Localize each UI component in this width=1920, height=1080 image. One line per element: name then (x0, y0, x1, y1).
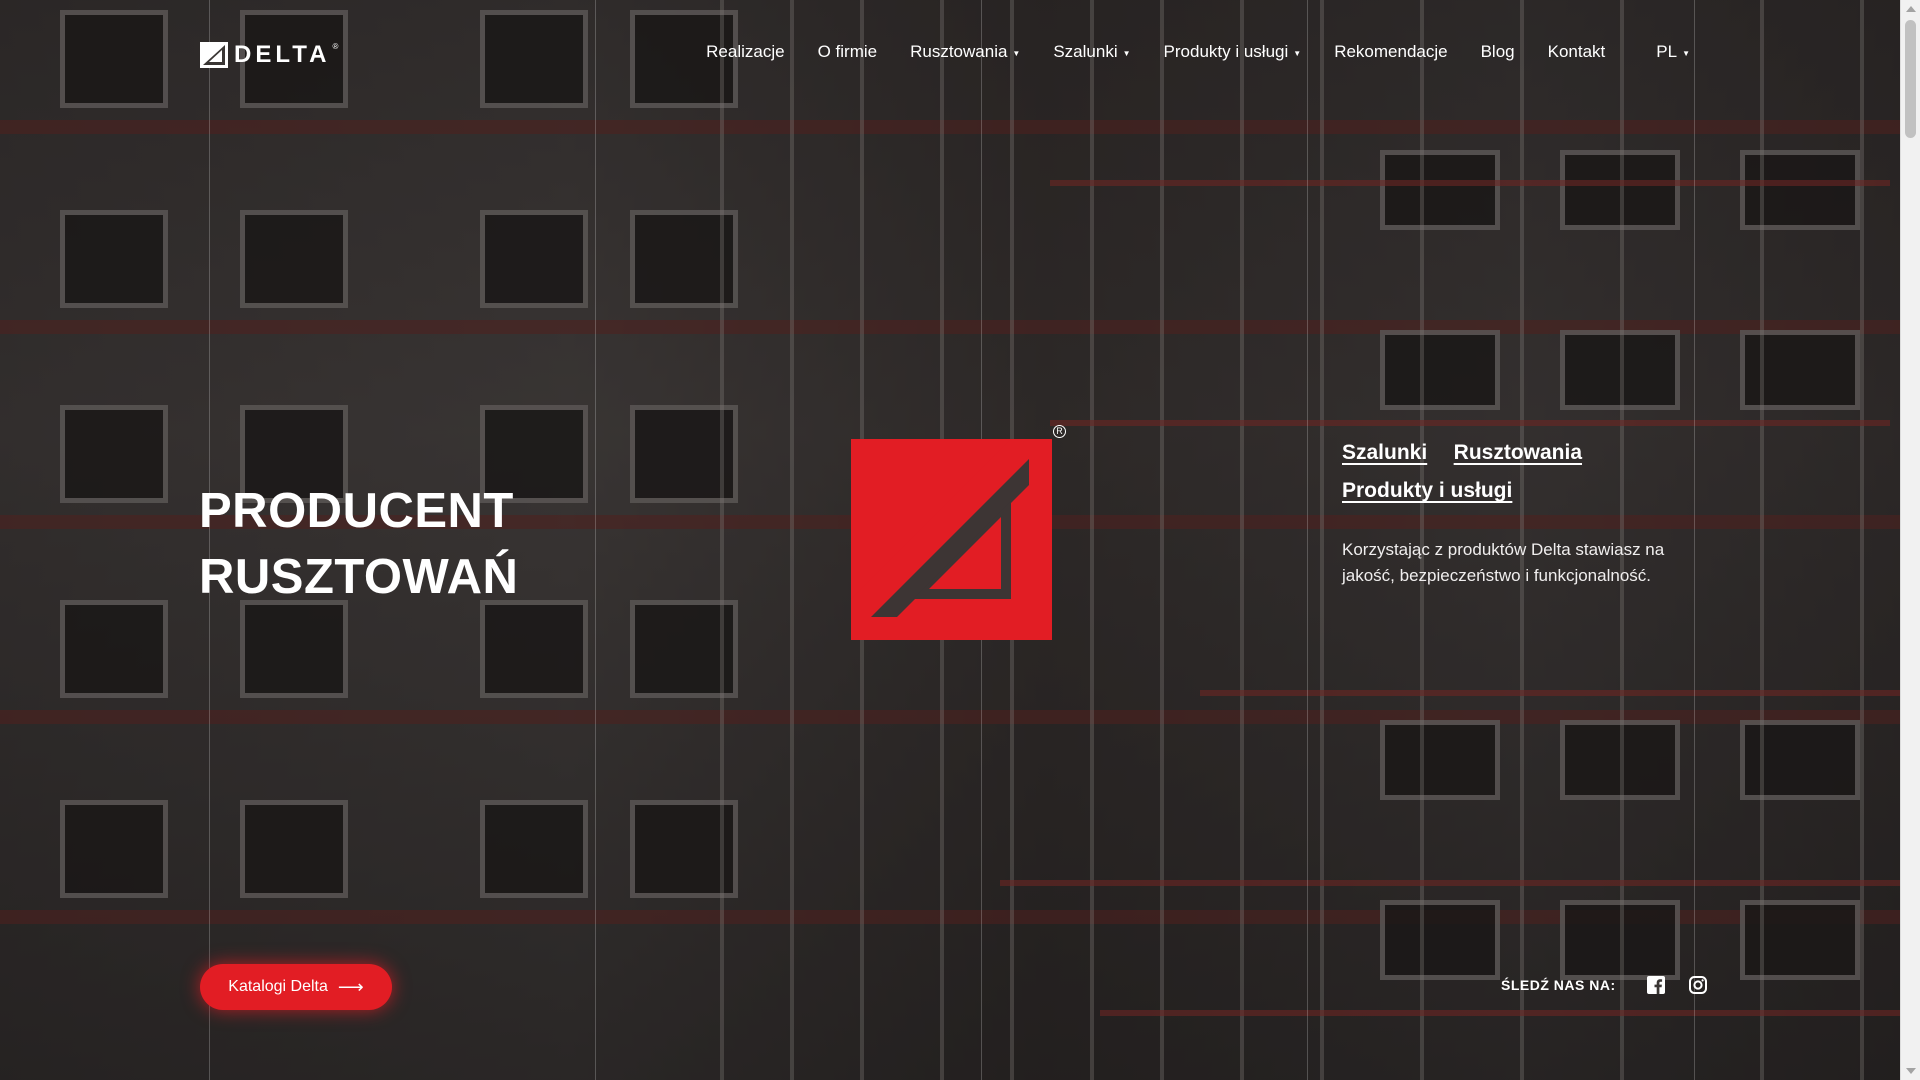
nav-item-rusztowania[interactable]: Rusztowania ▼ (910, 42, 1020, 62)
chevron-down-icon: ▼ (1293, 48, 1302, 58)
hero-description: Korzystając z produktów Delta stawiasz n… (1342, 540, 1665, 585)
nav-item-realizacje[interactable]: Realizacje (706, 42, 784, 62)
chevron-down-icon: ▼ (1122, 48, 1131, 58)
page-scrollbar[interactable] (1900, 0, 1920, 1080)
follow-label: ŚLEDŹ NAS NA: (1501, 977, 1616, 993)
language-label: PL (1656, 42, 1678, 61)
catalog-button-label: Katalogi Delta (228, 978, 328, 995)
delta-emblem-icon (851, 439, 1052, 640)
scroll-up-arrow-icon[interactable] (1906, 6, 1916, 12)
registered-mark-icon: ® (332, 41, 339, 51)
nav-item-label: Kontakt (1547, 42, 1606, 61)
nav-item-label: Szalunki (1053, 42, 1118, 61)
nav-item-label: O firmie (817, 42, 878, 61)
nav-item-o-firmie[interactable]: O firmie (818, 42, 878, 62)
hero-title-line: RUSZTOWAŃ (199, 550, 519, 604)
quick-link-szalunki[interactable]: Szalunki (1342, 441, 1427, 465)
hero-title-line: PRODUCENT (199, 484, 514, 538)
nav-item-blog[interactable]: Blog (1481, 42, 1515, 62)
site-logo[interactable]: DELTA ® (200, 41, 342, 69)
nav-item-label: Rekomendacje (1334, 42, 1448, 61)
site-header: DELTA ® Realizacje O firmie Rusztowania ▼… (0, 0, 1900, 108)
scroll-thumb[interactable] (1905, 20, 1916, 138)
quick-link-rusztowania[interactable]: Rusztowania (1454, 441, 1582, 465)
social-follow: ŚLEDŹ NAS NA: (1501, 975, 1730, 995)
facebook-icon[interactable] (1646, 975, 1666, 995)
guide-line (595, 0, 596, 1080)
quick-link-produkty-i-uslugi[interactable]: Produkty i usługi (1342, 479, 1512, 503)
main-nav: Realizacje O firmie Rusztowania ▼ Szalunk… (673, 42, 1690, 62)
nav-item-rekomendacje[interactable]: Rekomendacje (1334, 42, 1447, 62)
hero-title: PRODUCENT RUSZTOWAŃ (199, 478, 518, 610)
nav-item-label: Produkty i usługi (1163, 42, 1289, 61)
delta-logo-icon (200, 42, 228, 68)
nav-item-label: Rusztowania (910, 42, 1008, 61)
arrow-right-icon: ⟶ (337, 977, 364, 997)
guide-line (1307, 0, 1308, 1080)
language-switcher[interactable]: PL ▼ (1656, 42, 1690, 62)
nav-item-kontakt[interactable]: Kontakt (1548, 42, 1606, 62)
nav-item-produkty-i-uslugi[interactable]: Produkty i usługi ▼ (1164, 42, 1302, 62)
instagram-icon[interactable] (1688, 975, 1708, 995)
hero-quick-links: Szalunki Rusztowania Produkty i usługi (1342, 441, 1702, 517)
chevron-down-icon: ▼ (1012, 48, 1021, 58)
chevron-down-icon: ▼ (1682, 48, 1690, 58)
registered-mark-icon: R (1053, 425, 1066, 438)
logo-text: DELTA (234, 41, 331, 68)
scroll-down-arrow-icon[interactable] (1906, 1068, 1916, 1074)
nav-item-szalunki[interactable]: Szalunki ▼ (1053, 42, 1130, 62)
nav-item-label: Realizacje (706, 42, 785, 61)
catalog-button[interactable]: Katalogi Delta ⟶ (200, 964, 392, 1010)
nav-item-label: Blog (1480, 42, 1515, 61)
